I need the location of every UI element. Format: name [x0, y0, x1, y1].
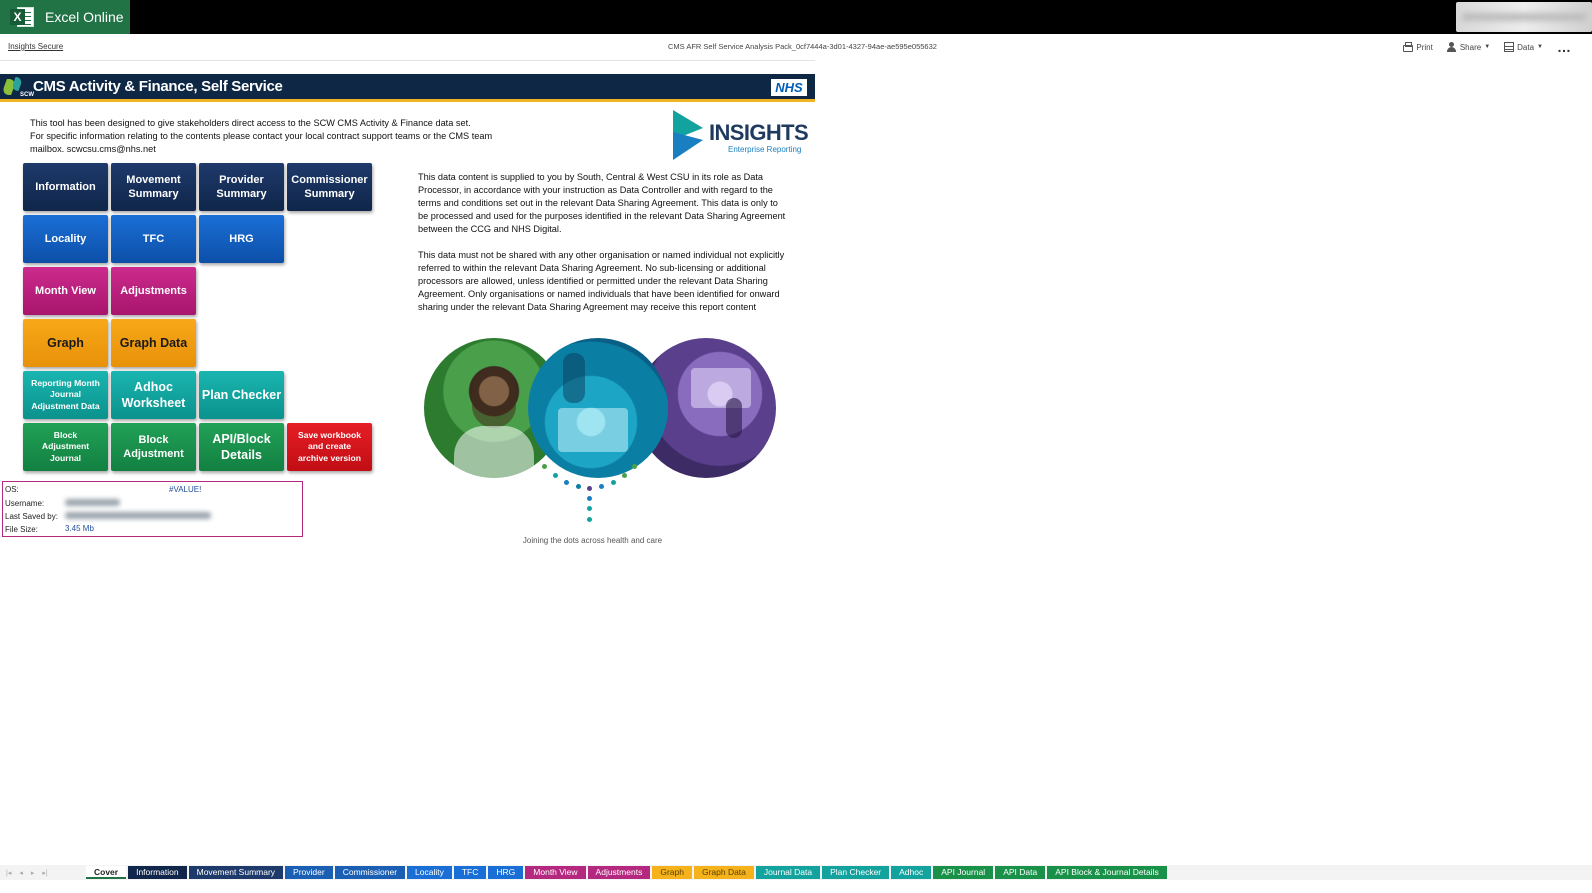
- app-bar: X Excel Online: [0, 0, 1592, 34]
- graph-button[interactable]: Graph: [23, 319, 108, 367]
- insights-chevron-icon: [673, 110, 703, 160]
- person-icon: [1446, 42, 1457, 52]
- sheet-tab-adjustments[interactable]: Adjustments: [587, 866, 651, 879]
- sheet-tab-journal-data[interactable]: Journal Data: [755, 866, 821, 879]
- disclaimer: This data content is supplied to you by …: [418, 171, 788, 327]
- chevron-down-icon: ▼: [1537, 44, 1543, 50]
- next-sheet-icon[interactable]: ▸: [31, 869, 35, 877]
- tab-scroll-controls: |◂ ◂ ▸ ▸|: [0, 865, 86, 880]
- printer-icon: [1403, 41, 1414, 52]
- sheet-tab-api-block-journal-details[interactable]: API Block & Journal Details: [1047, 866, 1167, 879]
- share-label: Share: [1459, 42, 1482, 52]
- sheet-tab-graph-data[interactable]: Graph Data: [693, 866, 754, 879]
- graph-data-button[interactable]: Graph Data: [111, 319, 196, 367]
- provider-summary-button[interactable]: Provider Summary: [199, 163, 284, 211]
- sheet-tab-movement-summary[interactable]: Movement Summary: [188, 866, 284, 879]
- sheet-tab-locality[interactable]: Locality: [407, 866, 452, 879]
- sheet-tab-bar: |◂ ◂ ▸ ▸| Cover Information Movement Summa…: [0, 865, 1592, 880]
- intro-line-2: For specific information relating to the…: [30, 131, 493, 154]
- share-button[interactable]: Share ▼: [1446, 42, 1491, 52]
- locality-button[interactable]: Locality: [23, 215, 108, 263]
- scw-logo-icon: SCW: [1, 77, 34, 99]
- nhs-logo: NHS: [771, 79, 807, 96]
- block-adjustment-button[interactable]: Block Adjustment: [111, 423, 196, 471]
- excel-logo-icon: X: [10, 6, 34, 28]
- sheet-tab-tfc[interactable]: TFC: [453, 866, 487, 879]
- plan-checker-button[interactable]: Plan Checker: [199, 371, 284, 419]
- username-label: Username:: [5, 499, 45, 508]
- api-block-details-button[interactable]: API/Block Details: [199, 423, 284, 471]
- month-view-button[interactable]: Month View: [23, 267, 108, 315]
- illustration: Joining the dots across health and care: [420, 336, 780, 556]
- adhoc-worksheet-button[interactable]: Adhoc Worksheet: [111, 371, 196, 419]
- reporting-month-journal-button[interactable]: Reporting Month Journal Adjustment Data: [23, 371, 108, 419]
- disclaimer-paragraph-1: This data content is supplied to you by …: [418, 172, 786, 234]
- intro-line-1: This tool has been designed to give stak…: [30, 118, 471, 128]
- sheet-tab-cover[interactable]: Cover: [86, 866, 127, 879]
- sheet-tab-adhoc[interactable]: Adhoc: [891, 866, 932, 879]
- information-button[interactable]: Information: [23, 163, 108, 211]
- sheet-tab-month-view[interactable]: Month View: [525, 866, 586, 879]
- app-launcher[interactable]: X Excel Online: [0, 0, 130, 34]
- data-table-icon: [1504, 42, 1515, 52]
- more-options-button[interactable]: …: [1557, 39, 1572, 55]
- app-title: Excel Online: [45, 9, 124, 25]
- block-adjustment-journal-button[interactable]: Block Adjustment Journal: [23, 423, 108, 471]
- prev-sheet-icon[interactable]: ◂: [19, 869, 23, 877]
- hrg-button[interactable]: HRG: [199, 215, 284, 263]
- disclaimer-paragraph-2: This data must not be shared with any ot…: [418, 250, 785, 312]
- last-saved-label: Last Saved by:: [5, 512, 58, 521]
- page-title: CMS Activity & Finance, Self Service: [33, 78, 283, 95]
- insights-subtitle: Enterprise Reporting: [728, 145, 802, 154]
- document-name: CMS AFR Self Service Analysis Pack_0cf74…: [668, 42, 937, 51]
- insights-wordmark: INSIGHTS: [709, 120, 809, 145]
- tagline: Joining the dots across health and care: [522, 536, 663, 545]
- file-size-label: File Size:: [5, 525, 38, 534]
- sheet-tab-graph[interactable]: Graph: [652, 866, 692, 879]
- print-label: Print: [1416, 42, 1433, 52]
- user-account-button[interactable]: [1456, 2, 1592, 32]
- tfc-button[interactable]: TFC: [111, 215, 196, 263]
- print-button[interactable]: Print: [1403, 41, 1433, 52]
- sheet-tab-information[interactable]: Information: [128, 866, 187, 879]
- chevron-down-icon: ▼: [1484, 44, 1491, 50]
- workbook-info-box: OS: #VALUE! Username: Last Saved by: Fil…: [2, 481, 303, 537]
- first-sheet-icon[interactable]: |◂: [6, 869, 11, 877]
- username-value: [65, 499, 120, 508]
- sheet-tab-commissioner[interactable]: Commissioner: [334, 866, 406, 879]
- movement-summary-button[interactable]: Movement Summary: [111, 163, 196, 211]
- photo-tablet: [528, 338, 668, 478]
- save-workbook-button[interactable]: Save workbook and create archive version: [287, 423, 372, 471]
- sheet-tab-api-journal[interactable]: API Journal: [933, 866, 994, 879]
- os-label: OS:: [5, 485, 19, 494]
- data-label: Data: [1517, 42, 1535, 52]
- toolbar: Print Share ▼ Data ▼ …: [1403, 39, 1572, 55]
- breadcrumb-link[interactable]: Insights Secure: [8, 42, 63, 51]
- last-sheet-icon[interactable]: ▸|: [42, 869, 47, 877]
- divider: [0, 60, 815, 61]
- last-saved-value: [65, 512, 211, 521]
- os-value: #VALUE!: [169, 485, 202, 494]
- commissioner-summary-button[interactable]: Commissioner Summary: [287, 163, 372, 211]
- sheet-tab-provider[interactable]: Provider: [285, 866, 333, 879]
- file-size-value: 3.45 Mb: [65, 524, 94, 533]
- sheet-tab-api-data[interactable]: API Data: [995, 866, 1046, 879]
- scw-logo-text: SCW: [20, 92, 34, 98]
- insights-logo: INSIGHTS Enterprise Reporting: [673, 108, 813, 160]
- sheet-tab-hrg[interactable]: HRG: [488, 866, 524, 879]
- data-button[interactable]: Data ▼: [1504, 42, 1543, 52]
- banner: SCW CMS Activity & Finance, Self Service…: [0, 74, 815, 102]
- sheet-tabs: Cover Information Movement Summary Provider…: [86, 865, 1169, 880]
- adjustments-button[interactable]: Adjustments: [111, 267, 196, 315]
- sheet-tab-plan-checker[interactable]: Plan Checker: [822, 866, 890, 879]
- intro-text: This tool has been designed to give stak…: [30, 117, 500, 156]
